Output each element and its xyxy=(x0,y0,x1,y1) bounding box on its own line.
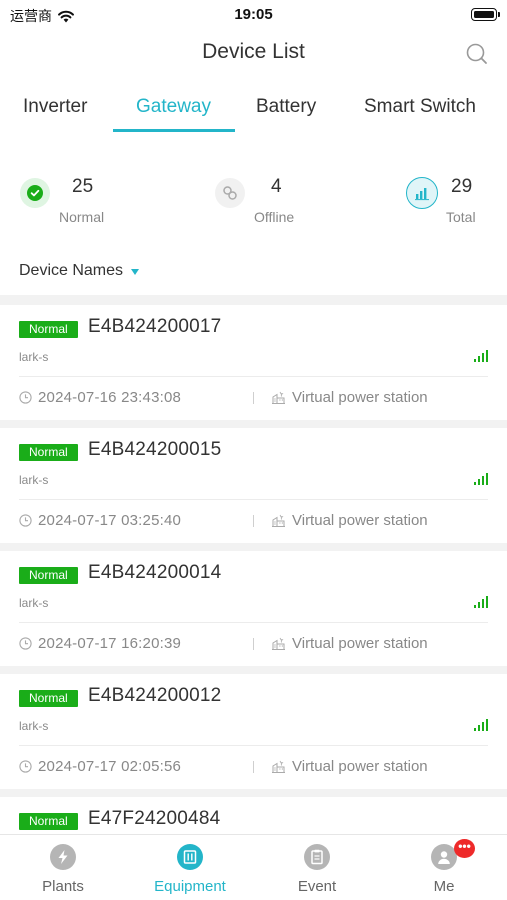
card-divider xyxy=(19,499,488,500)
station-icon xyxy=(272,391,285,404)
clock-icon xyxy=(19,514,32,527)
status-badge: Normal xyxy=(19,567,78,584)
card-divider xyxy=(19,622,488,623)
nav-label: Equipment xyxy=(154,878,226,895)
equipment-icon xyxy=(177,844,203,870)
device-model: lark-s xyxy=(19,596,49,610)
lightning-icon xyxy=(50,844,76,870)
device-model: lark-s xyxy=(19,473,49,487)
device-type-tabs: Inverter Gateway Battery Smart Switch xyxy=(0,88,507,134)
station-name: Virtual power station xyxy=(292,389,428,406)
card-divider xyxy=(19,376,488,377)
device-name-filter[interactable]: Device Names xyxy=(19,257,140,285)
nav-plants[interactable]: Plants xyxy=(0,835,126,900)
header: Device List xyxy=(0,30,507,76)
signal-strength-icon xyxy=(474,473,488,485)
station-name: Virtual power station xyxy=(292,512,428,529)
last-update-time: 2024-07-17 16:20:39 xyxy=(38,635,182,652)
offline-label: Offline xyxy=(254,209,295,225)
page-title: Device List xyxy=(202,40,305,63)
clock-icon xyxy=(19,637,32,650)
status-badge: Normal xyxy=(19,444,78,461)
separator xyxy=(253,515,254,527)
last-update-time: 2024-07-17 03:25:40 xyxy=(38,512,182,529)
battery-icon xyxy=(471,8,500,21)
station-icon xyxy=(272,514,285,527)
nav-equipment[interactable]: Equipment xyxy=(127,835,253,900)
event-icon xyxy=(304,844,330,870)
device-serial: E4B424200012 xyxy=(88,685,222,706)
separator xyxy=(253,638,254,650)
search-icon[interactable] xyxy=(465,42,489,66)
signal-strength-icon xyxy=(474,596,488,608)
device-card[interactable]: Normal E47F24200484 xyxy=(0,797,507,835)
station-icon xyxy=(272,760,285,773)
status-badge: Normal xyxy=(19,321,78,338)
device-model: lark-s xyxy=(19,350,49,364)
notification-badge: ••• xyxy=(454,839,475,858)
station-name: Virtual power station xyxy=(292,758,428,775)
tab-inverter[interactable]: Inverter xyxy=(23,96,87,118)
nav-label: Event xyxy=(297,878,337,895)
device-stats: 25 Normal 4 Offline 29 Total xyxy=(0,160,507,240)
device-card[interactable]: Normal E4B424200015 lark-s 2024-07-17 03… xyxy=(0,428,507,543)
signal-strength-icon xyxy=(474,350,488,362)
device-serial: E4B424200017 xyxy=(88,316,222,337)
nav-label: Plants xyxy=(42,878,84,895)
offline-count: 4 xyxy=(271,176,282,197)
device-card[interactable]: Normal E4B424200014 lark-s 2024-07-17 16… xyxy=(0,551,507,666)
signal-strength-icon xyxy=(474,719,488,731)
device-card[interactable]: Normal E4B424200012 lark-s 2024-07-17 02… xyxy=(0,674,507,789)
separator xyxy=(253,392,254,404)
card-divider xyxy=(19,745,488,746)
tab-battery[interactable]: Battery xyxy=(256,96,316,118)
status-time: 19:05 xyxy=(234,6,273,23)
tab-smart-switch[interactable]: Smart Switch xyxy=(364,96,476,118)
normal-label: Normal xyxy=(59,209,105,225)
status-badge: Normal xyxy=(19,813,78,830)
total-chart-icon xyxy=(406,177,438,209)
caret-down-icon xyxy=(131,268,140,275)
separator xyxy=(253,761,254,773)
active-tab-indicator xyxy=(113,129,235,132)
total-count: 29 xyxy=(451,176,473,197)
tab-gateway[interactable]: Gateway xyxy=(136,96,211,118)
station-name: Virtual power station xyxy=(292,635,428,652)
station-icon xyxy=(272,637,285,650)
last-update-time: 2024-07-17 02:05:56 xyxy=(38,758,182,775)
last-update-time: 2024-07-16 23:43:08 xyxy=(38,389,182,406)
nav-label: Me xyxy=(433,878,455,895)
device-model: lark-s xyxy=(19,719,49,733)
normal-status-icon xyxy=(20,178,50,208)
status-bar: 运营商 19:05 xyxy=(0,0,507,30)
clock-icon xyxy=(19,760,32,773)
device-list: Normal E4B424200017 lark-s 2024-07-16 23… xyxy=(0,295,507,835)
total-label: Total xyxy=(446,209,476,225)
normal-count: 25 xyxy=(72,176,94,197)
device-serial: E47F24200484 xyxy=(88,808,221,829)
device-serial: E4B424200015 xyxy=(88,439,222,460)
bottom-tab-bar: Plants Equipment Event ••• Me xyxy=(0,834,507,900)
nav-me[interactable]: ••• Me xyxy=(381,835,507,900)
device-serial: E4B424200014 xyxy=(88,562,222,583)
nav-event[interactable]: Event xyxy=(254,835,380,900)
device-card[interactable]: Normal E4B424200017 lark-s 2024-07-16 23… xyxy=(0,305,507,420)
offline-link-icon xyxy=(215,178,245,208)
clock-icon xyxy=(19,391,32,404)
status-badge: Normal xyxy=(19,690,78,707)
filter-label: Device Names xyxy=(19,262,124,279)
